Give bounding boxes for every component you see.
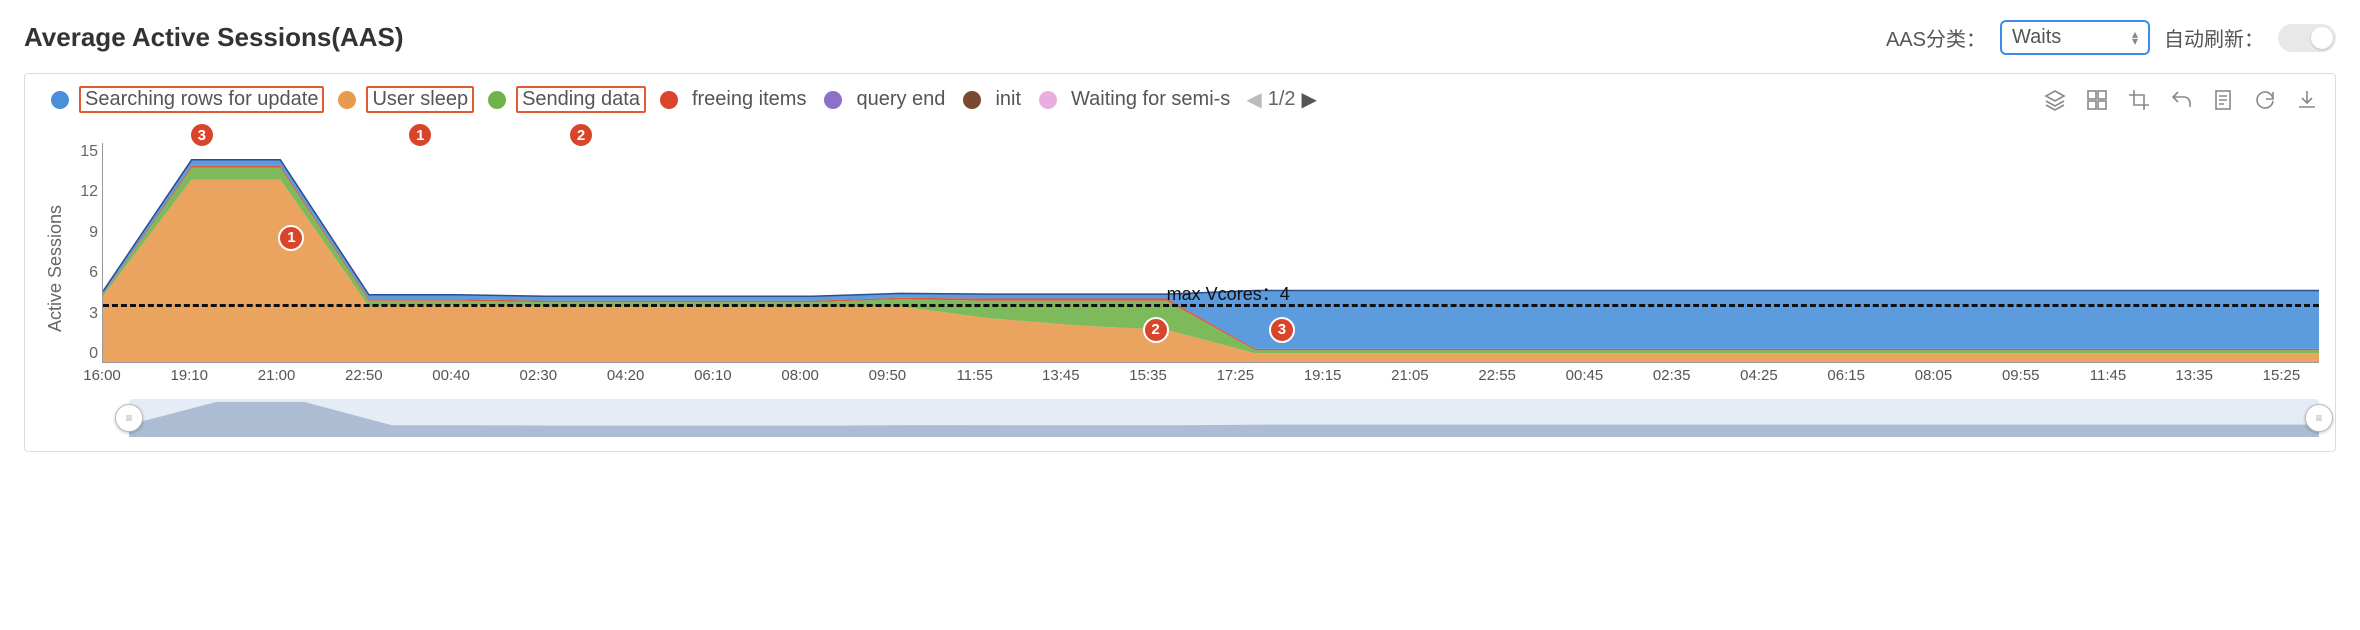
- panel-topbar: Searching rows for update User sleep Sendi…: [41, 86, 2319, 113]
- chart: 15129630 max Vcores：4 123 16:0019:1021:0…: [66, 143, 2319, 393]
- xtick: 13:35: [2175, 367, 2213, 393]
- legend-swatch[interactable]: [488, 91, 506, 109]
- grid-icon[interactable]: [2085, 88, 2109, 112]
- legend-label[interactable]: User sleep: [366, 86, 474, 113]
- stacked-area: [103, 143, 2319, 362]
- xtick: 22:55: [1478, 367, 1516, 393]
- refresh-icon[interactable]: [2253, 88, 2277, 112]
- xtick: 09:55: [2002, 367, 2040, 393]
- max-vcores-label: max Vcores：4: [1167, 280, 1290, 306]
- download-icon[interactable]: [2295, 88, 2319, 112]
- chart-annotation-badge: 1: [278, 225, 304, 251]
- legend-label[interactable]: init: [991, 88, 1025, 111]
- layers-icon[interactable]: [2043, 88, 2067, 112]
- chart-area: Active Sessions 15129630 max Vcores：4 12…: [41, 143, 2319, 393]
- xtick: 19:10: [170, 367, 208, 393]
- crop-icon[interactable]: [2127, 88, 2151, 112]
- legend-swatch[interactable]: [824, 91, 842, 109]
- chart-annotation-badge: 3: [1269, 317, 1295, 343]
- y-ticks: 15 12 9 6 3 0: [66, 143, 98, 363]
- area-waiting-for-semi-sync: [103, 160, 2319, 296]
- autorefresh-label: 自动刷新：: [2164, 23, 2264, 52]
- chart-panel: Searching rows for update User sleep Sendi…: [24, 73, 2336, 452]
- xtick: 11:45: [2090, 367, 2126, 393]
- y-axis-label: Active Sessions: [41, 143, 66, 393]
- xtick: 13:45: [1042, 367, 1080, 393]
- xtick: 04:20: [607, 367, 645, 393]
- ytick: 12: [66, 183, 98, 201]
- legend-swatch[interactable]: [963, 91, 981, 109]
- xtick: 02:30: [520, 367, 558, 393]
- legend-label[interactable]: freeing items: [688, 88, 811, 111]
- time-brush[interactable]: ≡ ≡: [129, 399, 2319, 437]
- classify-value: Waits: [2012, 26, 2061, 49]
- area-outline: [103, 160, 2319, 296]
- brush-area: [129, 402, 2319, 437]
- chart-annotation-badge: 2: [1143, 317, 1169, 343]
- select-caret-icon: ▴▾: [2132, 31, 2138, 45]
- xtick: 06:15: [1827, 367, 1865, 393]
- area-init: [103, 160, 2319, 296]
- pager-prev-icon[interactable]: ◀: [1246, 87, 1261, 112]
- classify-select[interactable]: Waits ▴▾: [2000, 20, 2150, 55]
- xtick: 08:05: [1915, 367, 1953, 393]
- autorefresh-toggle[interactable]: [2278, 24, 2336, 52]
- area-query-end: [103, 160, 2319, 296]
- legend-label[interactable]: Waiting for semi-s: [1067, 88, 1234, 111]
- legend-swatch[interactable]: [1039, 91, 1057, 109]
- xtick: 15:35: [1129, 367, 1167, 393]
- classify-label: AAS分类：: [1886, 23, 1986, 52]
- legend-pager: ◀ 1/2 ▶: [1246, 87, 1317, 112]
- brush-handle-left[interactable]: ≡: [115, 404, 143, 432]
- ytick: 0: [66, 345, 98, 363]
- legend-label[interactable]: Sending data: [516, 86, 646, 113]
- header-row: Average Active Sessions(AAS) AAS分类： Wait…: [24, 20, 2336, 55]
- header-controls: AAS分类： Waits ▴▾ 自动刷新：: [1886, 20, 2336, 55]
- legend-swatch[interactable]: [338, 91, 356, 109]
- legend-swatch[interactable]: [51, 91, 69, 109]
- legend-label[interactable]: query end: [852, 88, 949, 111]
- toolbar-icons: [2043, 88, 2319, 112]
- legend: Searching rows for update User sleep Sendi…: [41, 86, 1317, 113]
- brush-handle-right[interactable]: ≡: [2305, 404, 2333, 432]
- document-icon[interactable]: [2211, 88, 2235, 112]
- xtick: 00:40: [432, 367, 470, 393]
- xtick: 00:45: [1566, 367, 1604, 393]
- ytick: 3: [66, 305, 98, 323]
- page-title: Average Active Sessions(AAS): [24, 22, 404, 53]
- xtick: 11:55: [956, 367, 992, 393]
- x-ticks: 16:0019:1021:0022:5000:4002:3004:2006:10…: [102, 367, 2319, 393]
- ytick: 6: [66, 264, 98, 282]
- xtick: 17:25: [1217, 367, 1255, 393]
- xtick: 02:35: [1653, 367, 1691, 393]
- plot-region[interactable]: max Vcores：4 1 2 3: [102, 143, 2319, 363]
- undo-icon[interactable]: [2169, 88, 2193, 112]
- xtick: 22:50: [345, 367, 383, 393]
- xtick: 04:25: [1740, 367, 1778, 393]
- xtick: 21:00: [258, 367, 296, 393]
- pager-next-icon[interactable]: ▶: [1302, 87, 1317, 112]
- xtick: 06:10: [694, 367, 732, 393]
- xtick: 08:00: [781, 367, 819, 393]
- legend-label[interactable]: Searching rows for update: [79, 86, 324, 113]
- xtick: 21:05: [1391, 367, 1429, 393]
- ytick: 15: [66, 143, 98, 161]
- ytick: 9: [66, 224, 98, 242]
- legend-swatch[interactable]: [660, 91, 678, 109]
- xtick: 15:25: [2263, 367, 2301, 393]
- xtick: 19:15: [1304, 367, 1342, 393]
- brush-mini-chart: [129, 399, 2319, 437]
- pager-text: 1/2: [1268, 88, 1296, 111]
- xtick: 09:50: [869, 367, 907, 393]
- xtick: 16:00: [83, 367, 121, 393]
